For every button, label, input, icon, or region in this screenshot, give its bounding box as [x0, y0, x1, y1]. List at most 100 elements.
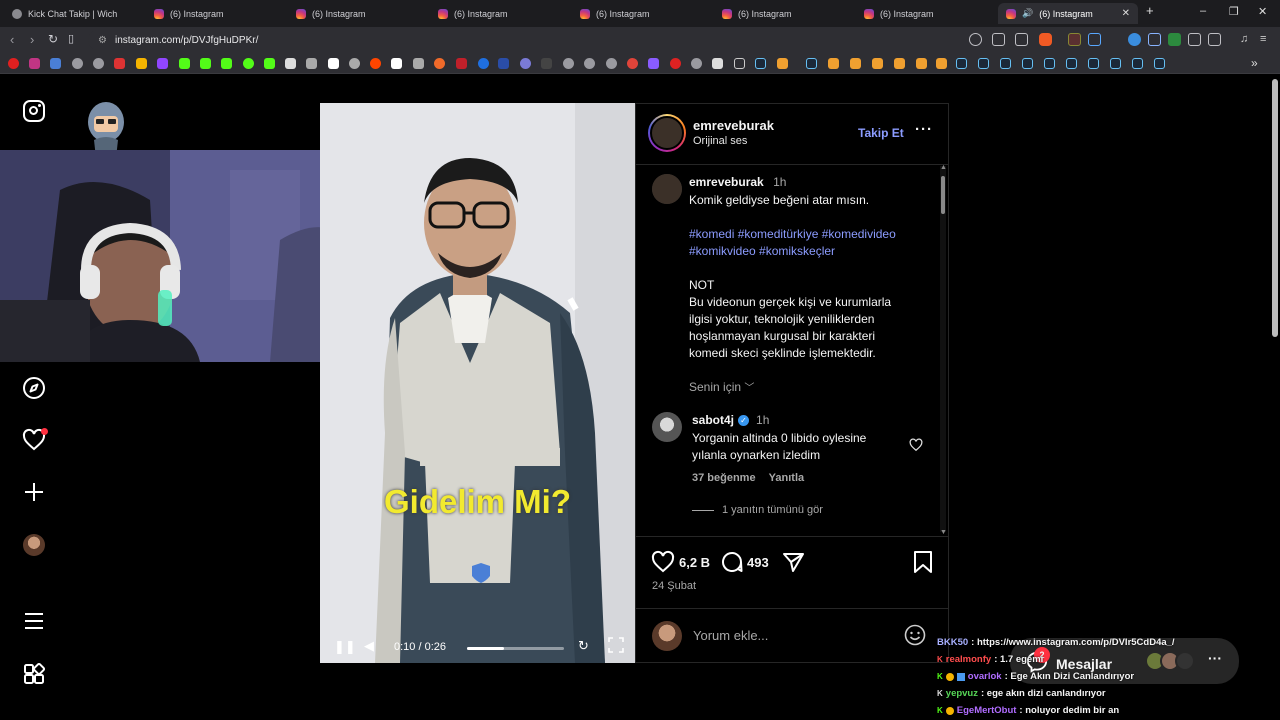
- browser-tab[interactable]: (6) Instagram: [288, 3, 426, 24]
- bookmark-icon[interactable]: [691, 58, 702, 69]
- bookmark-steam-icon[interactable]: [1110, 58, 1121, 69]
- hashtag-line[interactable]: #komikvideo #komikskeçler: [689, 243, 937, 260]
- bookmark-instagram-icon[interactable]: [29, 58, 40, 69]
- bookmark-icon[interactable]: [627, 58, 638, 69]
- bookmark-icon[interactable]: [434, 58, 445, 69]
- extension-icon[interactable]: [1128, 33, 1141, 46]
- browser-tab[interactable]: (6) Instagram: [572, 3, 710, 24]
- brave-shield-icon[interactable]: [1039, 33, 1052, 46]
- reply-button[interactable]: Yanıtla: [769, 472, 804, 484]
- commenter-username[interactable]: sabot4j: [692, 413, 734, 427]
- page-scroll-thumb[interactable]: [1272, 79, 1278, 337]
- new-tab-button[interactable]: +: [1146, 3, 1154, 18]
- create-post-icon[interactable]: [22, 480, 46, 504]
- bookmark-icon[interactable]: [498, 58, 509, 69]
- bookmark-icon[interactable]: [936, 58, 947, 69]
- bookmark-icon[interactable]: [894, 58, 905, 69]
- bookmark-kick-icon[interactable]: [179, 58, 190, 69]
- extension-icon[interactable]: [1168, 33, 1181, 46]
- more-bookmarks-icon[interactable]: »: [1251, 56, 1258, 70]
- bookmark-drive-icon[interactable]: [136, 58, 147, 69]
- bookmark-icon[interactable]: [777, 58, 788, 69]
- fullscreen-icon[interactable]: [608, 637, 624, 653]
- browser-tab[interactable]: (6) Instagram: [714, 3, 852, 24]
- explore-icon[interactable]: [22, 376, 46, 400]
- extension-icon[interactable]: [1148, 33, 1161, 46]
- bookmark-reddit-icon[interactable]: [370, 58, 381, 69]
- scroll-up-icon[interactable]: ▲: [940, 164, 947, 171]
- audio-label[interactable]: Orijinal ses: [693, 135, 747, 147]
- comment-like-heart-icon[interactable]: [909, 438, 923, 452]
- bookmark-icon[interactable]: [670, 58, 681, 69]
- bookmark-steam-icon[interactable]: [755, 58, 766, 69]
- author-avatar[interactable]: [648, 114, 686, 152]
- bookmark-steam-icon[interactable]: [1044, 58, 1055, 69]
- instagram-logo-icon[interactable]: [22, 99, 46, 123]
- browser-tab[interactable]: Kick Chat Takip | Wich: [4, 3, 142, 24]
- maximize-button[interactable]: ❐: [1229, 5, 1239, 18]
- zoom-icon[interactable]: [969, 33, 982, 46]
- bookmark-steam-icon[interactable]: [806, 58, 817, 69]
- comment-sort-dropdown[interactable]: Senin için ﹀: [689, 379, 754, 394]
- profile-avatar-icon[interactable]: [22, 533, 46, 557]
- commenter-avatar[interactable]: [652, 412, 682, 442]
- caption-username[interactable]: emreveburak: [689, 175, 764, 189]
- bookmark-icon[interactable]: [50, 58, 61, 69]
- bookmark-icon[interactable]: [306, 58, 317, 69]
- also-from-meta-icon[interactable]: [22, 662, 46, 686]
- author-username[interactable]: emreveburak: [693, 118, 774, 133]
- bookmark-icon[interactable]: [349, 58, 360, 69]
- notifications-heart-icon[interactable]: [22, 428, 48, 452]
- bookmark-icon[interactable]: [872, 58, 883, 69]
- bookmark-icon[interactable]: [520, 58, 531, 69]
- comment-likes[interactable]: 37 beğenme: [692, 472, 756, 484]
- bookmark-steam-icon[interactable]: [1022, 58, 1033, 69]
- browser-tab[interactable]: (6) Instagram: [430, 3, 568, 24]
- bookmark-steam-icon[interactable]: [956, 58, 967, 69]
- bookmark-steam-icon[interactable]: [1154, 58, 1165, 69]
- cast-icon[interactable]: [992, 33, 1005, 46]
- bookmark-icon[interactable]: ▯: [68, 32, 74, 45]
- browser-tab[interactable]: (6) Instagram: [856, 3, 994, 24]
- back-icon[interactable]: ‹: [10, 32, 14, 47]
- bookmark-icon[interactable]: [264, 58, 275, 69]
- volume-icon[interactable]: ◀: [364, 638, 374, 654]
- bookmark-icon[interactable]: [456, 58, 467, 69]
- emoji-icon[interactable]: [904, 624, 926, 646]
- menu-icon[interactable]: ≡: [1260, 33, 1273, 46]
- comment-input[interactable]: Yorum ekle...: [693, 628, 768, 643]
- reel-video[interactable]: Gidelim Mi? ❚❚ ◀ 0:10 / 0:26 ↻: [320, 103, 635, 663]
- bookmark-anchor-icon[interactable]: [285, 58, 296, 69]
- comments-count[interactable]: 493: [747, 555, 769, 570]
- bookmark-steam-icon[interactable]: [1066, 58, 1077, 69]
- scroll-down-icon[interactable]: ▼: [940, 529, 947, 536]
- bookmark-steam-icon[interactable]: [1088, 58, 1099, 69]
- bookmark-icon[interactable]: [563, 58, 574, 69]
- like-heart-icon[interactable]: [651, 550, 675, 574]
- bookmark-icon[interactable]: [413, 58, 424, 69]
- puzzle-icon[interactable]: [1188, 33, 1201, 46]
- bookmark-icon[interactable]: [541, 58, 552, 69]
- forward-icon[interactable]: ›: [30, 32, 34, 47]
- close-tab-icon[interactable]: ✕: [1122, 8, 1130, 19]
- video-timeline[interactable]: [467, 647, 564, 650]
- url-field[interactable]: ⚙ instagram.com/p/DVJfgHuDPKr/: [88, 30, 988, 50]
- view-replies-button[interactable]: 1 yanıtın tümünü gör: [692, 504, 823, 516]
- pause-icon[interactable]: ❚❚: [334, 639, 356, 655]
- share-send-icon[interactable]: [781, 550, 805, 574]
- bookmark-icon[interactable]: [606, 58, 617, 69]
- bookmark-icon[interactable]: [93, 58, 104, 69]
- save-bookmark-icon[interactable]: [912, 550, 934, 574]
- comment-bubble-icon[interactable]: [720, 550, 744, 574]
- bookmark-icon[interactable]: [584, 58, 595, 69]
- loop-icon[interactable]: ↻: [578, 638, 589, 654]
- bookmark-youtube-icon[interactable]: [8, 58, 19, 69]
- bookmark-icon[interactable]: [243, 58, 254, 69]
- comments-scroll-thumb[interactable]: [941, 176, 945, 214]
- extension-icon[interactable]: [1068, 33, 1081, 46]
- hashtag-line[interactable]: #komedi #komeditürkiye #komedivideo: [689, 226, 937, 243]
- caption-author-avatar[interactable]: [652, 174, 682, 204]
- browser-tab[interactable]: (6) Instagram: [146, 3, 284, 24]
- page-scrollbar[interactable]: [1270, 75, 1280, 720]
- share-icon[interactable]: [1015, 33, 1028, 46]
